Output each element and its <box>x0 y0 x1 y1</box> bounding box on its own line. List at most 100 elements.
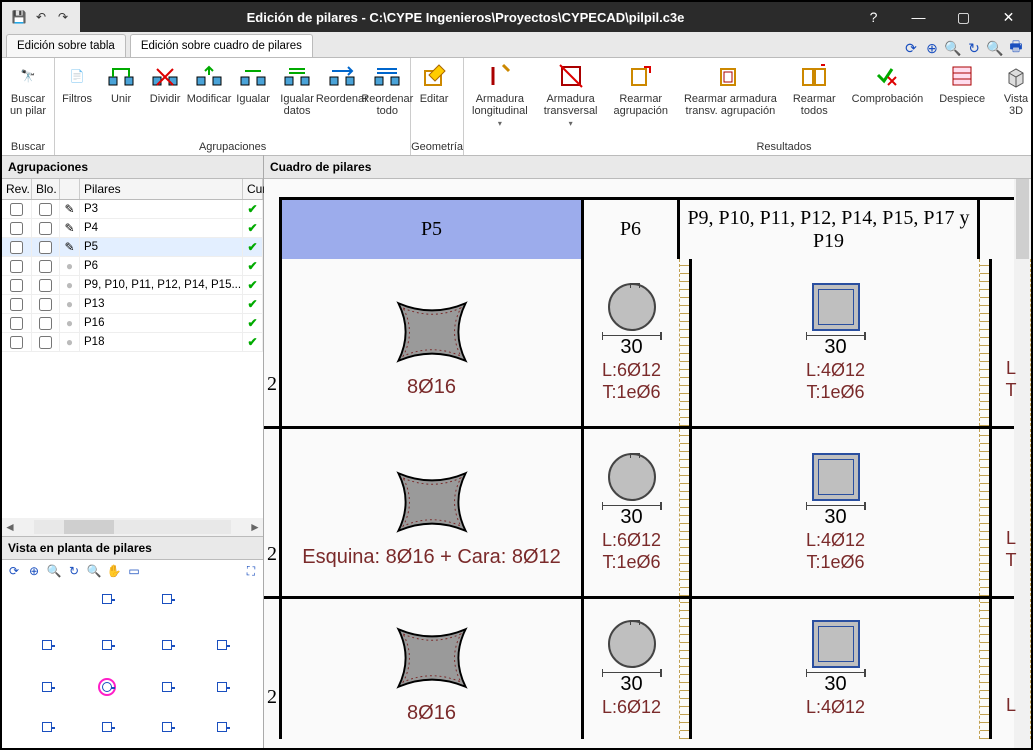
blo-checkbox[interactable] <box>39 203 52 216</box>
col-pilares[interactable]: Pilares <box>80 179 243 199</box>
rearmar-agrupacion-button[interactable]: Rearmar agrupación <box>606 58 676 139</box>
reordenar-todo-icon <box>372 61 402 91</box>
table-row[interactable]: ●P6✔ <box>2 257 263 276</box>
zoom-out-icon[interactable]: 🔍 <box>86 563 102 579</box>
igualar-button[interactable]: Igualar <box>231 58 275 139</box>
fullscreen-icon[interactable]: ⛶ <box>243 563 259 579</box>
print-icon[interactable]: 🖶 <box>1007 39 1025 57</box>
rebar-long-icon <box>485 61 515 91</box>
igualar-datos-button[interactable]: Igualar datos <box>275 58 319 139</box>
star-section-icon <box>384 288 480 376</box>
zoom-icon[interactable]: 🔍 <box>944 39 962 57</box>
col-header-p6[interactable]: P6 <box>584 197 680 259</box>
cell-p9[interactable]: 30 L:4Ø12 T:1eØ6 <box>692 259 980 426</box>
quick-access-toolbar: 💾 ↶ ↷ <box>2 2 80 32</box>
zoom-out-icon[interactable]: 🔍 <box>986 39 1004 57</box>
globe-icon[interactable]: ⊕ <box>26 563 42 579</box>
cell-p5[interactable]: Esquina: 8Ø16 + Cara: 8Ø12 <box>282 429 584 596</box>
rev-checkbox[interactable] <box>10 260 23 273</box>
rev-checkbox[interactable] <box>10 279 23 292</box>
tab-bar: Edición sobre tabla Edición sobre cuadro… <box>2 32 1031 58</box>
tab-edicion-cuadro[interactable]: Edición sobre cuadro de pilares <box>130 34 313 57</box>
table-row[interactable]: ●P18✔ <box>2 333 263 352</box>
h-scrollbar[interactable]: ◄► <box>2 518 263 536</box>
blo-checkbox[interactable] <box>39 279 52 292</box>
buscar-pilar-button[interactable]: 🔭 Buscar un pilar <box>2 58 54 139</box>
dividir-button[interactable]: Dividir <box>143 58 187 139</box>
redo-icon[interactable]: ↷ <box>54 8 72 26</box>
table-row[interactable]: ✎P3✔ <box>2 200 263 219</box>
filtros-button[interactable]: 📄Filtros <box>55 58 99 139</box>
modificar-button[interactable]: Modificar <box>187 58 231 139</box>
save-icon[interactable]: 💾 <box>10 8 28 26</box>
col-header-p5[interactable]: P5 <box>282 197 584 259</box>
vista-3d-button[interactable]: Vista 3D <box>993 58 1033 139</box>
blo-checkbox[interactable] <box>39 241 52 254</box>
reordenar-todo-button[interactable]: Reordenar todo <box>365 58 411 139</box>
editar-button[interactable]: Editar <box>411 58 457 139</box>
table-row[interactable]: ●P9, P10, P11, P12, P14, P15...✔ <box>2 276 263 295</box>
rev-checkbox[interactable] <box>10 298 23 311</box>
chevron-down-icon[interactable]: ▾ <box>498 119 502 128</box>
igualar-datos-icon <box>282 61 312 91</box>
igualar-icon <box>238 61 268 91</box>
cell-p6[interactable]: 30 L:6Ø12 T:1eØ6 <box>584 429 680 596</box>
col-rev[interactable]: Rev. <box>2 179 32 199</box>
armadura-long-button[interactable]: Armadura longitudinal▾ <box>464 58 536 139</box>
table-row[interactable]: ●P16✔ <box>2 314 263 333</box>
cell-p9[interactable]: 30 L:4Ø12 <box>692 599 980 739</box>
table-row[interactable]: ●P13✔ <box>2 295 263 314</box>
blo-checkbox[interactable] <box>39 317 52 330</box>
rev-checkbox[interactable] <box>10 317 23 330</box>
minimize-icon[interactable]: — <box>896 2 941 32</box>
right-panel: Cuadro de pilares P5 P6 P9, P10, P11, P1… <box>264 155 1031 748</box>
cube-icon <box>1001 61 1031 91</box>
rearmar-trans-agrup-button[interactable]: Rearmar armadura transv. agrupación <box>676 58 785 139</box>
blo-checkbox[interactable] <box>39 222 52 235</box>
star-section-icon <box>384 458 480 546</box>
col-blo[interactable]: Blo. <box>32 179 60 199</box>
armadura-trans-button[interactable]: Armadura transversal▾ <box>536 58 606 139</box>
cell-p5[interactable]: 8Ø16 <box>282 599 584 739</box>
tab-edicion-tabla[interactable]: Edición sobre tabla <box>6 34 126 57</box>
plan-view[interactable] <box>2 582 263 748</box>
globe-icon[interactable]: ⊕ <box>923 39 941 57</box>
unir-button[interactable]: Unir <box>99 58 143 139</box>
refresh-icon[interactable]: ↻ <box>66 563 82 579</box>
zoom-icon[interactable]: 🔍 <box>46 563 62 579</box>
rev-checkbox[interactable] <box>10 241 23 254</box>
blo-checkbox[interactable] <box>39 298 52 311</box>
rotate-icon[interactable]: ⟳ <box>6 563 22 579</box>
pan-icon[interactable]: ✋ <box>106 563 122 579</box>
select-icon[interactable]: ▭ <box>126 563 142 579</box>
comprobacion-button[interactable]: Comprobación <box>844 58 932 139</box>
table-row[interactable]: ✎P4✔ <box>2 219 263 238</box>
rev-checkbox[interactable] <box>10 222 23 235</box>
table-row[interactable]: ✎P5✔ <box>2 238 263 257</box>
help-icon[interactable]: ? <box>851 2 896 32</box>
cell-p6[interactable]: 30 L:6Ø12 T:1eØ6 <box>584 259 680 426</box>
despiece-button[interactable]: Despiece <box>931 58 993 139</box>
col-header-p9[interactable]: P9, P10, P11, P12, P14, P15, P17 y P19 <box>680 197 980 259</box>
col-cur[interactable]: Cur <box>243 179 263 199</box>
rev-checkbox[interactable] <box>10 203 23 216</box>
circle-section-icon <box>608 620 656 668</box>
selected-pilar-marker[interactable] <box>102 682 112 692</box>
chevron-down-icon[interactable]: ▾ <box>569 119 573 128</box>
reordenar-button[interactable]: Reordenar <box>319 58 365 139</box>
maximize-icon[interactable]: ▢ <box>941 2 986 32</box>
cell-p5[interactable]: 8Ø16 <box>282 259 584 426</box>
col-icon <box>60 179 80 199</box>
close-icon[interactable]: ✕ <box>986 2 1031 32</box>
blo-checkbox[interactable] <box>39 260 52 273</box>
rearmar-todos-button[interactable]: Rearmar todos <box>785 58 844 139</box>
rebar-t: T:1eØ6 <box>602 381 660 403</box>
cell-p6[interactable]: 30 L:6Ø12 <box>584 599 680 739</box>
cuadro-drawing[interactable]: P5 P6 P9, P10, P11, P12, P14, P15, P17 y… <box>264 179 1031 748</box>
undo-icon[interactable]: ↶ <box>32 8 50 26</box>
refresh-icon[interactable]: ↻ <box>965 39 983 57</box>
rev-checkbox[interactable] <box>10 336 23 349</box>
rotate-icon[interactable]: ⟳ <box>902 39 920 57</box>
cell-p9[interactable]: 30 L:4Ø12 T:1eØ6 <box>692 429 980 596</box>
blo-checkbox[interactable] <box>39 336 52 349</box>
